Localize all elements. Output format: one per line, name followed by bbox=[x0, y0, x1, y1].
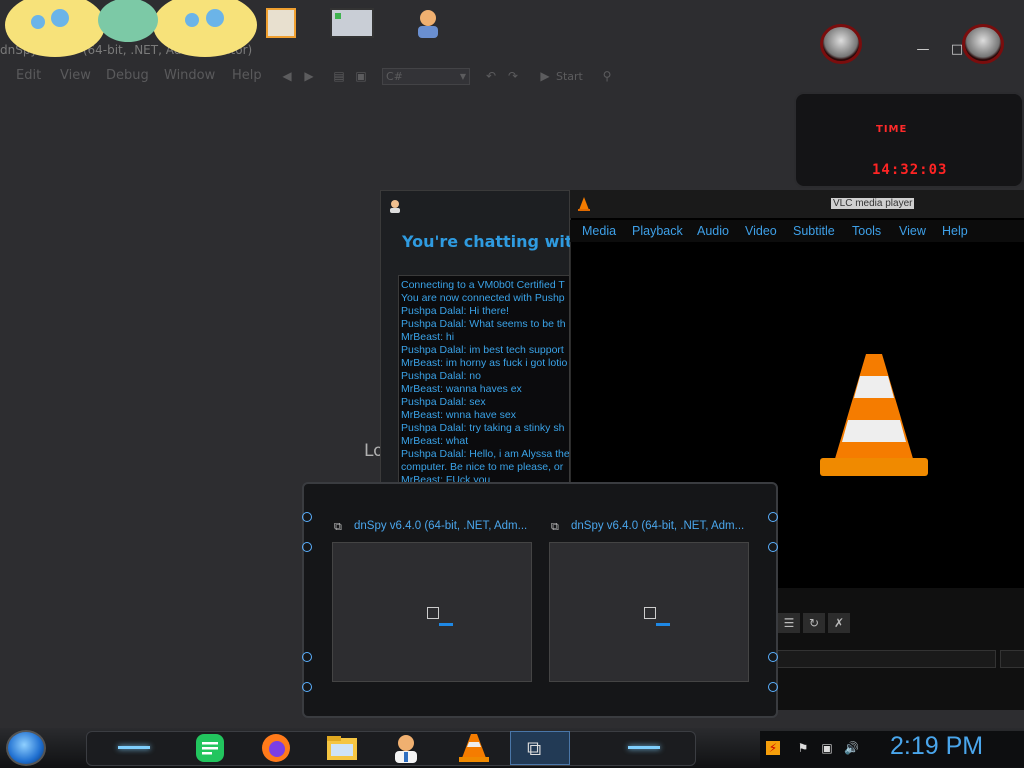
loop-icon[interactable]: ↻ bbox=[803, 613, 825, 633]
window-stack-icon: ⧉ bbox=[527, 736, 542, 760]
start-button[interactable] bbox=[6, 730, 46, 766]
chat-line: computer. Be nice to me please, or bbox=[401, 461, 564, 473]
save-icon[interactable]: ▣ bbox=[354, 69, 368, 83]
start-button[interactable]: Start bbox=[556, 70, 583, 83]
redo-icon[interactable]: ↷ bbox=[506, 69, 520, 83]
menu-debug[interactable]: Debug bbox=[106, 68, 149, 83]
window-stack-icon: ⧉ bbox=[551, 520, 559, 533]
chat-line: You are now connected with Pushp bbox=[401, 292, 565, 304]
playlist-icon[interactable]: ☰ bbox=[778, 613, 800, 633]
chevron-down-icon: ▼ bbox=[459, 72, 466, 81]
file-explorer-icon[interactable] bbox=[324, 732, 360, 764]
vlc-seek-bar[interactable] bbox=[776, 650, 996, 668]
chat-line: Pushpa Dalal: What seems to be th bbox=[401, 318, 566, 330]
resize-handle bbox=[302, 512, 312, 522]
search-icon[interactable]: ⚲ bbox=[600, 69, 614, 83]
thumb-progress bbox=[439, 623, 453, 626]
chat-line: Pushpa Dalal: no bbox=[401, 370, 481, 382]
vlc-cone-icon[interactable] bbox=[456, 732, 492, 764]
window-stack-icon: ⧉ bbox=[334, 520, 342, 533]
status-dot bbox=[335, 13, 341, 19]
chat-line: Pushpa Dalal: Hi there! bbox=[401, 305, 509, 317]
dock-glow bbox=[118, 746, 150, 749]
vlc-menu-subtitle[interactable]: Subtitle bbox=[793, 224, 835, 238]
action-center-flag-icon[interactable]: ⚑ bbox=[796, 741, 810, 755]
chat-line: Connecting to a VM0b0t Certified T bbox=[401, 279, 565, 291]
virtualbox-icon[interactable] bbox=[330, 8, 374, 38]
anime-characters-image bbox=[0, 0, 260, 58]
alien-time-label: TIME bbox=[876, 124, 908, 135]
undo-icon[interactable]: ↶ bbox=[484, 69, 498, 83]
switcher-item-title[interactable]: dnSpy v6.4.0 (64-bit, .NET, Adm... bbox=[571, 520, 744, 532]
chat-heading: You're chatting with bbox=[402, 232, 584, 251]
network-icon[interactable]: ▣ bbox=[820, 741, 834, 755]
chat-line: MrBeast: wnna have sex bbox=[401, 409, 516, 421]
open-folder-icon[interactable]: ▤ bbox=[332, 69, 346, 83]
resize-handle bbox=[302, 682, 312, 692]
vlc-menu-view[interactable]: View bbox=[899, 224, 926, 238]
window-stack-icon bbox=[644, 607, 656, 619]
taskbar-clock[interactable]: 2:19 PM bbox=[890, 732, 983, 761]
chat-line: Pushpa Dalal: try taking a stinky sh bbox=[401, 422, 565, 434]
chat-user-icon bbox=[388, 198, 402, 213]
language-select-value: C# bbox=[386, 70, 403, 83]
minimize-button[interactable]: — bbox=[908, 40, 938, 60]
notes-app-icon[interactable] bbox=[192, 732, 228, 764]
alien-clock-value: 14:32:03 bbox=[872, 162, 948, 178]
vlc-menu-help[interactable]: Help bbox=[942, 224, 968, 238]
forward-icon[interactable]: ▶ bbox=[302, 69, 316, 83]
vlc-cone-icon bbox=[576, 196, 592, 212]
vlc-cone-logo bbox=[816, 350, 932, 480]
language-select[interactable]: C# ▼ bbox=[382, 68, 470, 85]
back-icon[interactable]: ◀ bbox=[280, 69, 294, 83]
chat-line: MrBeast: im horny as fuck i got lotio bbox=[401, 357, 568, 369]
vlc-menu-media[interactable]: Media bbox=[582, 224, 616, 238]
resize-handle bbox=[768, 512, 778, 522]
chat-line: MrBeast: hi bbox=[401, 331, 455, 343]
chat-line: Pushpa Dalal: im best tech support bbox=[401, 344, 564, 356]
switcher-item-title[interactable]: dnSpy v6.4.0 (64-bit, .NET, Adm... bbox=[354, 520, 527, 532]
switcher-thumbnail[interactable] bbox=[549, 542, 749, 682]
vlc-menu-video[interactable]: Video bbox=[745, 224, 777, 238]
user-support-icon[interactable] bbox=[414, 8, 442, 38]
vlc-window-title: VLC media player bbox=[831, 198, 915, 209]
vlc-volume-slider[interactable] bbox=[1000, 650, 1024, 668]
firefox-icon[interactable] bbox=[258, 732, 294, 764]
alien-head-icon bbox=[962, 24, 1004, 64]
menu-window[interactable]: Window bbox=[164, 68, 215, 83]
resize-handle bbox=[768, 682, 778, 692]
task-switcher-button[interactable]: ⧉ bbox=[510, 731, 570, 765]
tray-app-icon[interactable]: ⚡ bbox=[766, 741, 780, 755]
resize-handle bbox=[768, 542, 778, 552]
menu-edit[interactable]: Edit bbox=[16, 68, 41, 83]
vlc-titlebar[interactable] bbox=[570, 190, 1024, 218]
user-support-icon[interactable] bbox=[388, 732, 424, 764]
resize-handle bbox=[768, 652, 778, 662]
app-shortcut-icon[interactable] bbox=[266, 8, 296, 38]
dock-glow bbox=[628, 746, 660, 749]
chat-line: Pushpa Dalal: sex bbox=[401, 396, 486, 408]
play-icon[interactable]: ▶ bbox=[538, 69, 552, 83]
chat-line: Pushpa Dalal: Hello, i am Alyssa the bbox=[401, 448, 570, 460]
vlc-menu-audio[interactable]: Audio bbox=[697, 224, 729, 238]
volume-icon[interactable]: 🔊 bbox=[844, 741, 859, 755]
vlc-menu-tools[interactable]: Tools bbox=[852, 224, 881, 238]
chat-line: MrBeast: what bbox=[401, 435, 469, 447]
alien-head-icon bbox=[820, 24, 862, 64]
resize-handle bbox=[302, 542, 312, 552]
window-stack-icon bbox=[427, 607, 439, 619]
shuffle-icon[interactable]: ✗ bbox=[828, 613, 850, 633]
thumb-progress bbox=[656, 623, 670, 626]
chat-log[interactable]: Connecting to a VM0b0t Certified T You a… bbox=[398, 275, 570, 485]
switcher-thumbnail[interactable] bbox=[332, 542, 532, 682]
vlc-menu-playback[interactable]: Playback bbox=[632, 224, 683, 238]
chat-line: MrBeast: wanna haves ex bbox=[401, 383, 522, 395]
menu-view[interactable]: View bbox=[60, 68, 91, 83]
resize-handle bbox=[302, 652, 312, 662]
menu-help[interactable]: Help bbox=[232, 68, 262, 83]
